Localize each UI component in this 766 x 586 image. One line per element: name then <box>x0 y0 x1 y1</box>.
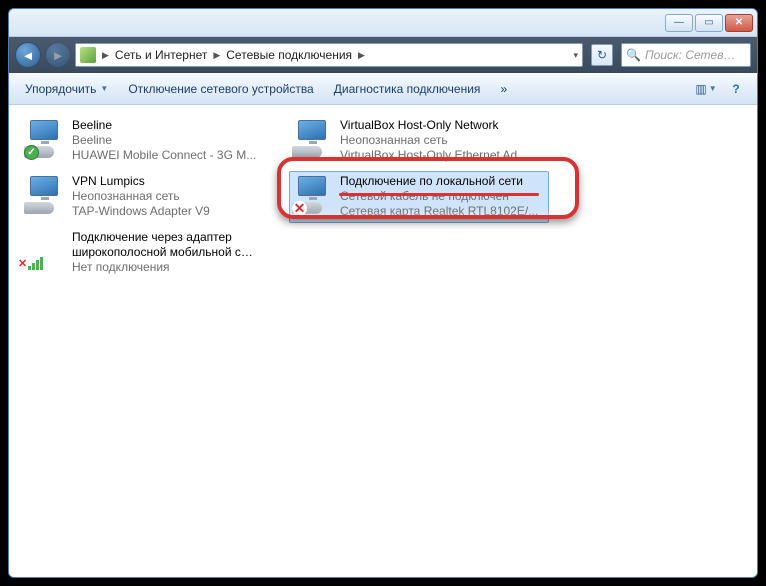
connection-item[interactable]: Подключение через адаптер широкополосной… <box>21 227 281 279</box>
organize-button[interactable]: Упорядочить▼ <box>17 79 116 99</box>
connection-name: Подключение по локальной сети <box>340 174 538 189</box>
connection-name: VPN Lumpics <box>72 174 210 189</box>
breadcrumb[interactable]: Сетевые подключения <box>226 48 352 62</box>
connection-icon <box>24 174 66 216</box>
connection-device: Сетевая карта Realtek RTL8102E/... <box>340 204 538 219</box>
chevron-icon: ▶ <box>213 50 220 61</box>
connection-name: Подключение через адаптер широкополосной… <box>72 230 272 260</box>
search-placeholder: Поиск: Сетев… <box>645 48 736 62</box>
more-button[interactable]: » <box>492 79 515 99</box>
connection-item[interactable]: VPN Lumpics Неопознанная сеть TAP-Window… <box>21 171 281 223</box>
connection-item[interactable]: ✓ Beeline Beeline HUAWEI Mobile Connect … <box>21 115 281 167</box>
search-icon: 🔍 <box>626 48 641 62</box>
close-button[interactable]: ✕ <box>725 14 753 32</box>
disable-device-button[interactable]: Отключение сетевого устройства <box>120 79 321 99</box>
signal-bars-icon <box>28 257 43 270</box>
content-area[interactable]: ✓ Beeline Beeline HUAWEI Mobile Connect … <box>9 105 757 577</box>
network-icon <box>80 47 96 63</box>
connection-icon <box>24 230 66 272</box>
connection-device: HUAWEI Mobile Connect - 3G M... <box>72 148 256 163</box>
connection-icon: ✕ <box>292 174 334 216</box>
status-ok-icon: ✓ <box>24 145 39 160</box>
chevron-icon: ▶ <box>358 50 365 61</box>
diagnostics-button[interactable]: Диагностика подключения <box>326 79 489 99</box>
help-button[interactable]: ? <box>723 78 749 100</box>
dropdown-chevron-icon[interactable]: ▾ <box>573 50 578 61</box>
explorer-window: — ▭ ✕ ◄ ► ▶ Сеть и Интернет ▶ Сетевые по… <box>8 8 758 578</box>
toolbar: Упорядочить▼ Отключение сетевого устройс… <box>9 73 757 105</box>
minimize-button[interactable]: — <box>665 14 693 32</box>
connection-name: VirtualBox Host-Only Network <box>340 118 527 133</box>
status-disconnected-icon: ✕ <box>292 201 307 216</box>
connection-item-selected[interactable]: ✕ Подключение по локальной сети Сетевой … <box>289 171 549 223</box>
connection-icon <box>292 118 334 160</box>
forward-button[interactable]: ► <box>45 42 71 68</box>
breadcrumb[interactable]: Сеть и Интернет <box>115 48 207 62</box>
connection-icon: ✓ <box>24 118 66 160</box>
address-bar[interactable]: ▶ Сеть и Интернет ▶ Сетевые подключения … <box>75 43 583 67</box>
connection-status: Нет подключения <box>72 260 272 275</box>
back-button[interactable]: ◄ <box>15 42 41 68</box>
connection-item[interactable]: VirtualBox Host-Only Network Неопознанна… <box>289 115 549 167</box>
chevron-icon: ▶ <box>102 50 109 61</box>
connection-name: Beeline <box>72 118 256 133</box>
connection-status: Неопознанная сеть <box>340 133 527 148</box>
connection-status: Сетевой кабель не подключен <box>340 189 538 204</box>
titlebar[interactable]: — ▭ ✕ <box>9 9 757 37</box>
connection-status: Неопознанная сеть <box>72 189 210 204</box>
connection-device: VirtualBox Host-Only Ethernet Ad... <box>340 148 527 163</box>
refresh-button[interactable]: ↻ <box>591 44 613 66</box>
connection-device: TAP-Windows Adapter V9 <box>72 204 210 219</box>
navigation-bar: ◄ ► ▶ Сеть и Интернет ▶ Сетевые подключе… <box>9 37 757 73</box>
connection-status: Beeline <box>72 133 256 148</box>
maximize-button[interactable]: ▭ <box>695 14 723 32</box>
search-input[interactable]: 🔍 Поиск: Сетев… <box>621 43 751 67</box>
view-mode-button[interactable]: ▥▼ <box>693 78 719 100</box>
